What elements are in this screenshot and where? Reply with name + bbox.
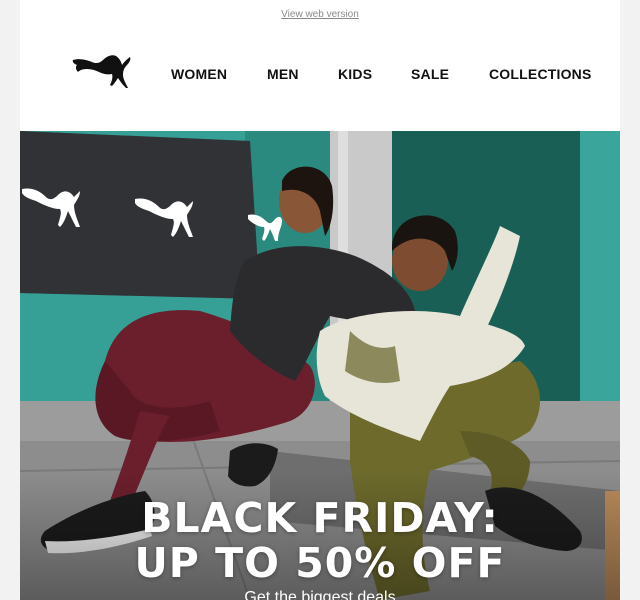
nav-kids[interactable]: KIDS [338, 66, 372, 82]
hero-subline: Get the biggest deals [244, 589, 396, 600]
nav-collections[interactable]: COLLECTIONS [489, 66, 592, 82]
hero-banner[interactable]: BLACK FRIDAY: UP TO 50% OFF Get the bigg… [20, 131, 620, 600]
headline-line-2: UP TO 50% OFF [134, 539, 506, 587]
hero-headline: BLACK FRIDAY: UP TO 50% OFF [20, 496, 620, 586]
nav-men[interactable]: MEN [267, 66, 299, 82]
email-container: View web version WOMEN MEN KIDS SALE COL… [20, 0, 620, 600]
view-web-version-link[interactable]: View web version [20, 9, 620, 20]
nav-women[interactable]: WOMEN [171, 66, 227, 82]
main-navigation: WOMEN MEN KIDS SALE COLLECTIONS [20, 66, 620, 86]
nav-sale[interactable]: SALE [411, 66, 449, 82]
headline-line-1: BLACK FRIDAY: [141, 494, 499, 542]
